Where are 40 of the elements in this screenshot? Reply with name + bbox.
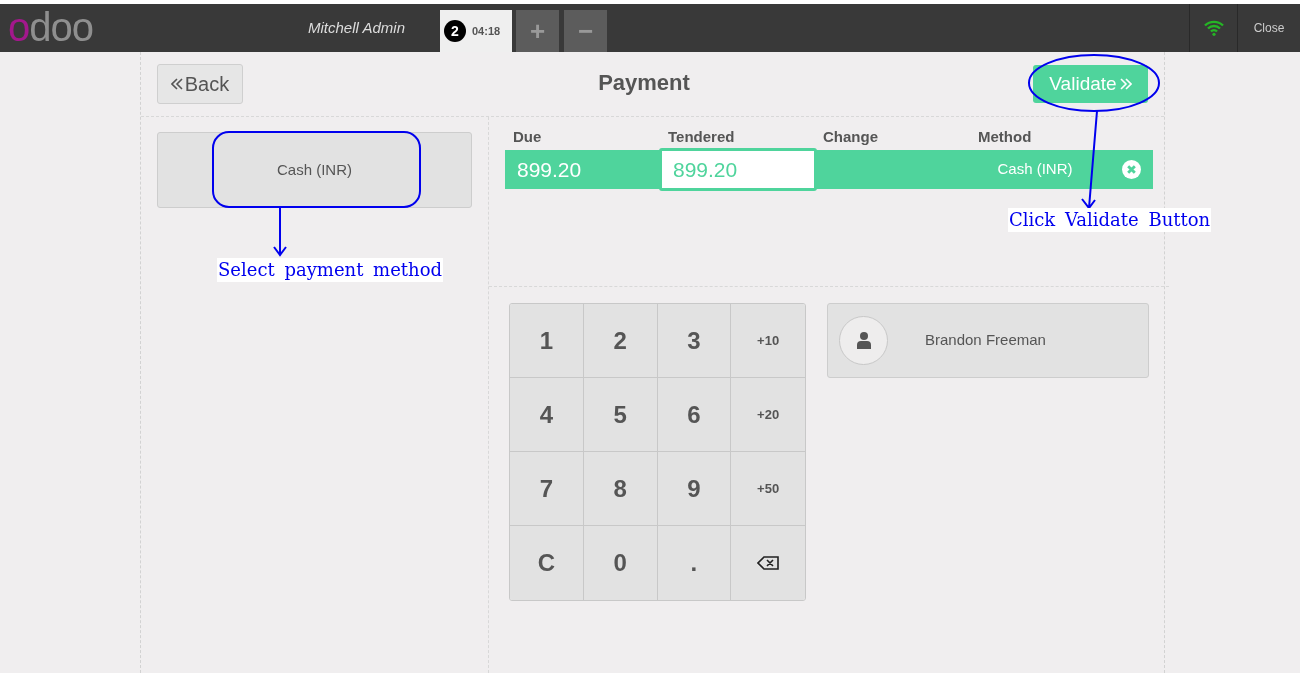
backspace-icon (757, 556, 780, 570)
method-label: Cash (INR) (996, 159, 1074, 180)
keypad-key[interactable]: C (510, 526, 584, 600)
keypad-key[interactable]: 2 (583, 304, 658, 378)
order-tab[interactable]: 2 04:18 (440, 10, 512, 52)
user-name: Mitchell Admin (308, 17, 406, 38)
keypad-key[interactable]: +10 (731, 304, 805, 378)
keypad-key[interactable]: 7 (510, 452, 584, 526)
keypad-key[interactable]: 1 (510, 304, 584, 378)
avatar-icon (839, 316, 888, 365)
logo: odoo (8, 4, 94, 51)
column-header: Tendered (667, 127, 736, 148)
keypad-key[interactable]: 8 (583, 452, 658, 526)
back-button[interactable]: Back (157, 64, 243, 104)
payment-method-button[interactable]: Cash (INR) (157, 132, 472, 208)
annotation-label: Select payment method (217, 258, 444, 282)
column-header: Due (512, 127, 543, 148)
keypad-key[interactable]: +20 (731, 378, 805, 452)
annotation-arrow (273, 206, 287, 257)
keypad-key[interactable]: 9 (657, 452, 732, 526)
keypad-key[interactable]: . (657, 526, 732, 600)
due-amount: 899.20 (516, 156, 583, 183)
order-number: 2 (444, 20, 466, 42)
column-header: Change (822, 127, 879, 148)
keypad-key[interactable]: 4 (510, 378, 584, 452)
keypad-key[interactable]: 3 (657, 304, 732, 378)
double-chevron-left-icon (170, 77, 183, 91)
column-header: Method (977, 127, 1033, 148)
keypad-key[interactable]: 6 (657, 378, 732, 452)
close-button[interactable]: Close (1237, 4, 1300, 52)
annotation-label: Click Validate Button (1008, 208, 1212, 232)
order-time: 04:18 (472, 23, 501, 39)
wifi-icon (1203, 20, 1224, 36)
double-chevron-right-icon (1119, 77, 1132, 91)
keypad-key[interactable]: 0 (583, 526, 658, 600)
keypad-key[interactable]: +50 (731, 452, 805, 526)
keypad-key[interactable]: 5 (583, 378, 658, 452)
customer-button[interactable]: Brandon Freeman (827, 303, 1149, 378)
page-title: Payment (598, 68, 690, 97)
backspace-key[interactable] (731, 526, 805, 600)
